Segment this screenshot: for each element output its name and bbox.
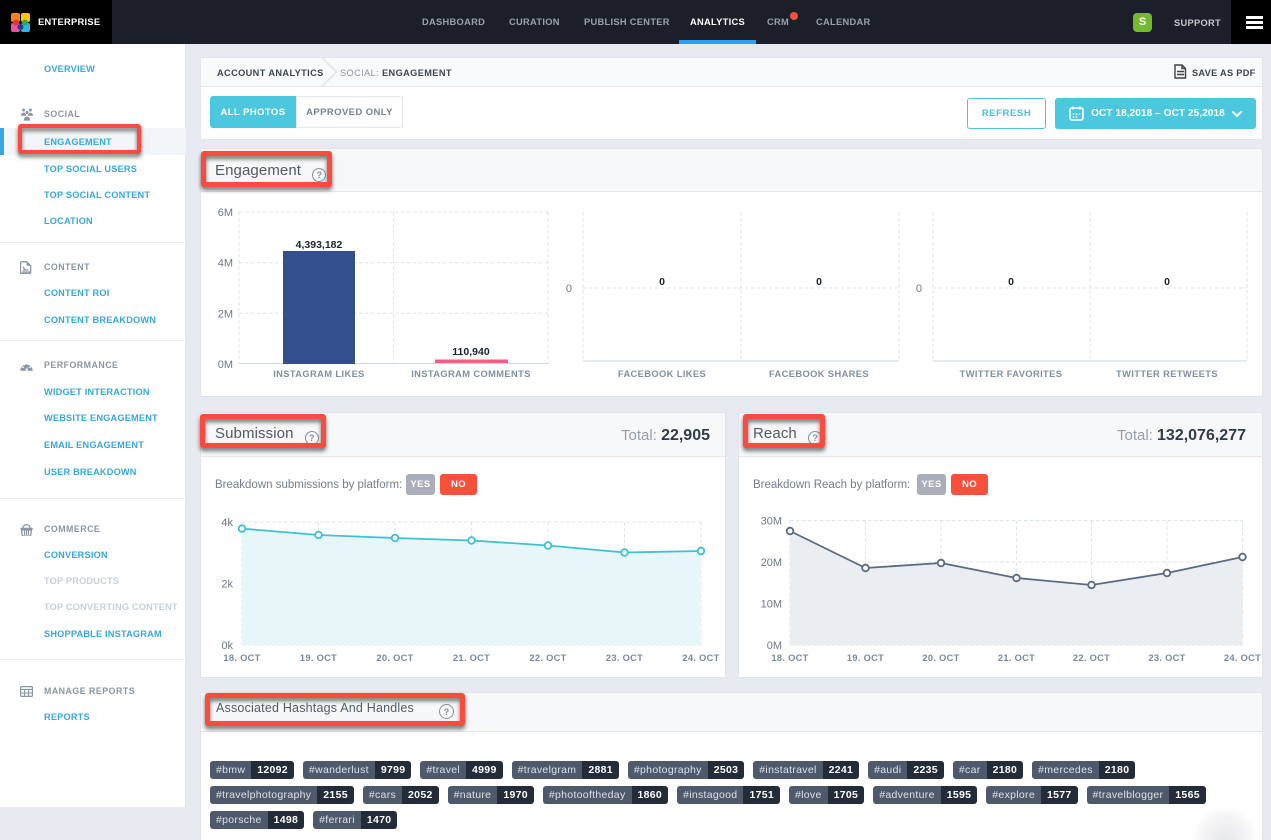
svg-text:4M: 4M [218, 258, 233, 270]
svg-text:22. OCT: 22. OCT [529, 653, 566, 663]
svg-text:FACEBOOK LIKES: FACEBOOK LIKES [618, 369, 706, 379]
svg-text:20M: 20M [761, 557, 782, 569]
svg-text:6M: 6M [218, 207, 233, 219]
svg-text:20. OCT: 20. OCT [922, 653, 959, 663]
svg-text:0: 0 [816, 276, 822, 288]
svg-text:0k: 0k [221, 640, 233, 652]
svg-text:19. OCT: 19. OCT [847, 653, 884, 663]
svg-text:0: 0 [659, 276, 665, 288]
svg-text:0M: 0M [767, 640, 782, 652]
svg-text:18. OCT: 18. OCT [223, 653, 260, 663]
svg-text:TWITTER FAVORITES: TWITTER FAVORITES [960, 369, 1063, 379]
svg-text:110,940: 110,940 [452, 346, 490, 358]
svg-text:18. OCT: 18. OCT [771, 653, 808, 663]
svg-text:24. OCT: 24. OCT [1224, 653, 1261, 663]
svg-text:24. OCT: 24. OCT [682, 653, 719, 663]
svg-text:INSTAGRAM LIKES: INSTAGRAM LIKES [273, 369, 365, 379]
svg-text:21. OCT: 21. OCT [998, 653, 1035, 663]
svg-text:2M: 2M [218, 308, 233, 320]
svg-text:4,393,182: 4,393,182 [296, 239, 343, 251]
svg-text:30M: 30M [761, 516, 782, 528]
svg-text:0: 0 [566, 283, 572, 295]
svg-text:22. OCT: 22. OCT [1073, 653, 1110, 663]
svg-text:TWITTER RETWEETS: TWITTER RETWEETS [1116, 369, 1218, 379]
svg-text:23. OCT: 23. OCT [606, 653, 643, 663]
svg-text:0: 0 [1164, 276, 1170, 288]
svg-text:21. OCT: 21. OCT [453, 653, 490, 663]
svg-text:20. OCT: 20. OCT [376, 653, 413, 663]
svg-text:10M: 10M [761, 599, 782, 611]
svg-text:23. OCT: 23. OCT [1148, 653, 1185, 663]
svg-text:4k: 4k [221, 517, 233, 529]
svg-text:19. OCT: 19. OCT [300, 653, 337, 663]
svg-text:2k: 2k [221, 579, 233, 591]
svg-text:0: 0 [1008, 276, 1014, 288]
svg-text:0M: 0M [218, 359, 233, 371]
svg-text:0: 0 [916, 283, 922, 295]
svg-text:FACEBOOK SHARES: FACEBOOK SHARES [769, 369, 869, 379]
svg-text:INSTAGRAM COMMENTS: INSTAGRAM COMMENTS [411, 369, 531, 379]
